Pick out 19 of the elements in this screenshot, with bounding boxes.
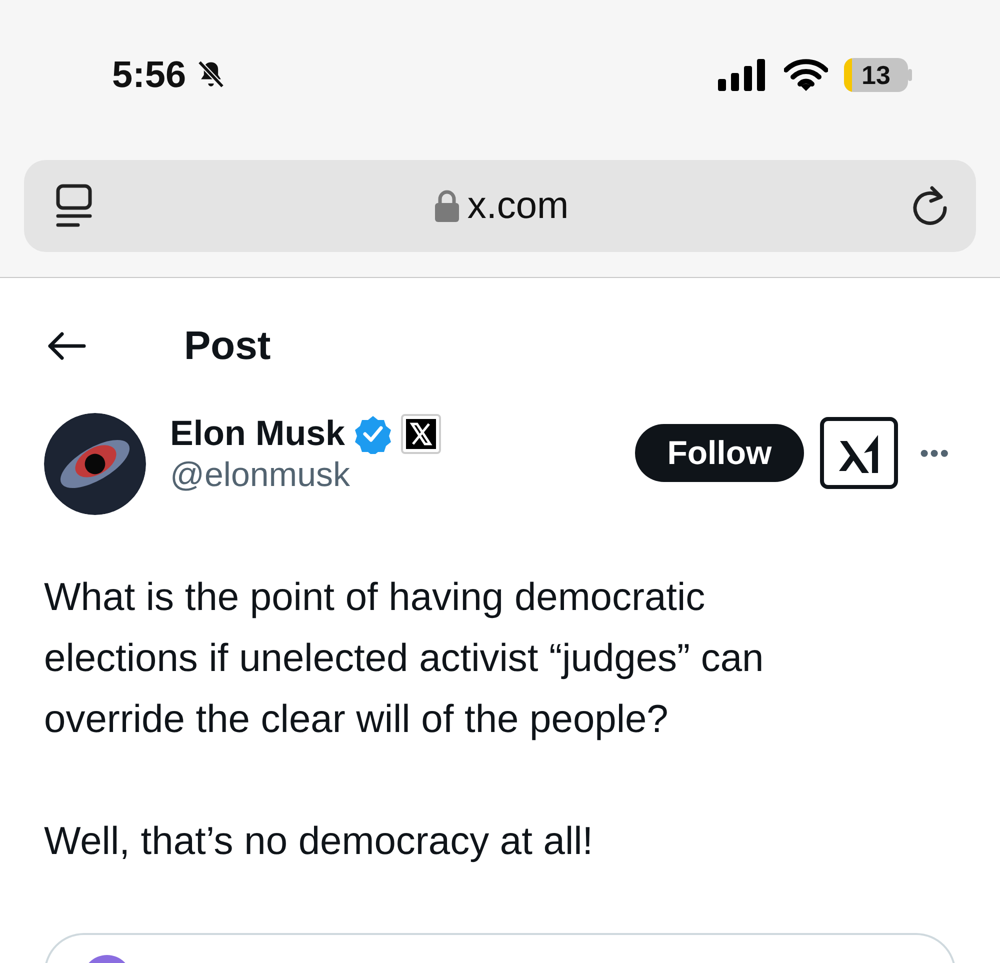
follow-button[interactable]: Follow	[635, 424, 804, 482]
signal-icon	[718, 59, 768, 91]
x-logo-icon	[401, 414, 442, 454]
battery-level: 13	[844, 58, 908, 92]
author-handle[interactable]: @elonmusk	[170, 455, 636, 496]
more-options-button[interactable]: •••	[914, 434, 956, 472]
avatar[interactable]	[44, 413, 146, 515]
back-arrow-icon[interactable]	[46, 330, 86, 360]
author-name[interactable]: Elon Musk	[170, 413, 346, 455]
lock-icon	[435, 190, 460, 222]
wifi-icon	[784, 59, 828, 91]
tabs-icon[interactable]	[54, 183, 94, 229]
xai-logo-button[interactable]	[820, 417, 898, 489]
post-text: What is the point of having democratic elections if unelected activist “judges” can override the clear will of the people?	[44, 575, 765, 743]
post-text: Well, that’s no democracy at all!	[44, 819, 594, 865]
url-text[interactable]: x.com	[467, 178, 569, 234]
status-time: 5:56	[112, 53, 186, 98]
page-title: Post	[184, 322, 271, 370]
battery-tip-icon	[908, 69, 912, 81]
